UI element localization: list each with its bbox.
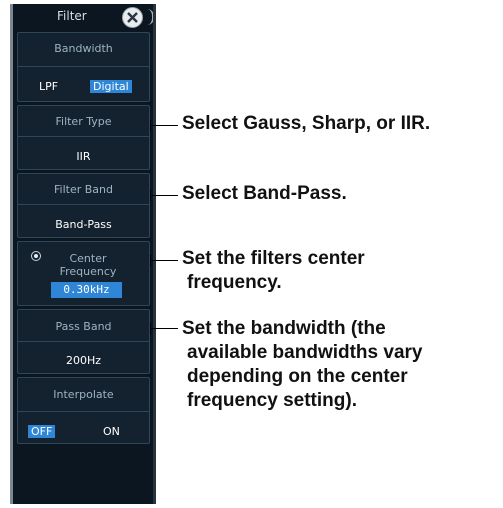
interpolate-option-off[interactable]: OFF bbox=[28, 425, 56, 438]
pass-band-setting[interactable]: Pass Band 200Hz bbox=[17, 309, 150, 374]
annotation-center-frequency: Set the filters center frequency. bbox=[182, 247, 365, 295]
pass-band-label: Pass Band bbox=[55, 320, 112, 333]
panel-title: Filter bbox=[57, 9, 87, 23]
pass-band-value: 200Hz bbox=[65, 354, 102, 367]
interpolate-option-on[interactable]: ON bbox=[103, 425, 120, 438]
divider bbox=[18, 66, 149, 67]
annotation-line: frequency setting). bbox=[187, 390, 357, 411]
filter-band-setting[interactable]: Filter Band Band-Pass bbox=[17, 173, 150, 238]
interpolate-label: Interpolate bbox=[53, 388, 114, 401]
divider bbox=[18, 411, 149, 412]
leader-line-pass-band bbox=[150, 328, 178, 329]
filter-type-label: Filter Type bbox=[55, 115, 112, 128]
radio-selected-icon[interactable] bbox=[31, 251, 41, 261]
divider bbox=[18, 341, 149, 342]
leader-line-filter-band bbox=[150, 195, 178, 196]
filter-type-value: IIR bbox=[76, 150, 91, 163]
annotation-line: depending on the center bbox=[187, 366, 408, 387]
divider bbox=[18, 204, 149, 205]
bandwidth-option-lpf[interactable]: LPF bbox=[39, 80, 58, 93]
bandwidth-setting[interactable]: Bandwidth LPF Digital bbox=[17, 32, 150, 102]
annotation-line: Set the bandwidth (the bbox=[182, 318, 386, 339]
filter-type-setting[interactable]: Filter Type IIR bbox=[17, 105, 150, 170]
close-icon[interactable] bbox=[122, 7, 143, 28]
panel-edge-handle bbox=[147, 9, 154, 25]
annotation-pass-band: Set the bandwidth (the available bandwid… bbox=[182, 317, 422, 413]
annotation-line: available bandwidths vary bbox=[187, 342, 423, 363]
bandwidth-label: Bandwidth bbox=[54, 42, 113, 55]
annotation-filter-band: Select Band-Pass. bbox=[182, 183, 347, 204]
bandwidth-option-digital[interactable]: Digital bbox=[90, 80, 132, 93]
leader-line-center-frequency bbox=[150, 260, 178, 261]
filter-band-label: Filter Band bbox=[54, 183, 113, 196]
interpolate-setting[interactable]: Interpolate OFF ON bbox=[17, 377, 150, 444]
filter-band-value: Band-Pass bbox=[55, 218, 112, 231]
divider bbox=[18, 136, 149, 137]
center-frequency-setting[interactable]: Center Frequency 0.30kHz bbox=[17, 241, 150, 306]
annotation-line: frequency. bbox=[187, 272, 282, 293]
center-frequency-input[interactable]: 0.30kHz bbox=[51, 282, 122, 298]
annotation-filter-type: Select Gauss, Sharp, or IIR. bbox=[182, 113, 431, 134]
center-frequency-label-line2: Frequency bbox=[59, 265, 117, 278]
filter-panel: Filter Bandwidth LPF Digital Filter Type… bbox=[10, 4, 156, 504]
panel-header: Filter bbox=[13, 4, 154, 29]
leader-line-filter-type bbox=[150, 125, 178, 126]
center-frequency-label-line1: Center bbox=[69, 252, 107, 265]
annotation-line: Set the filters center bbox=[182, 248, 365, 269]
